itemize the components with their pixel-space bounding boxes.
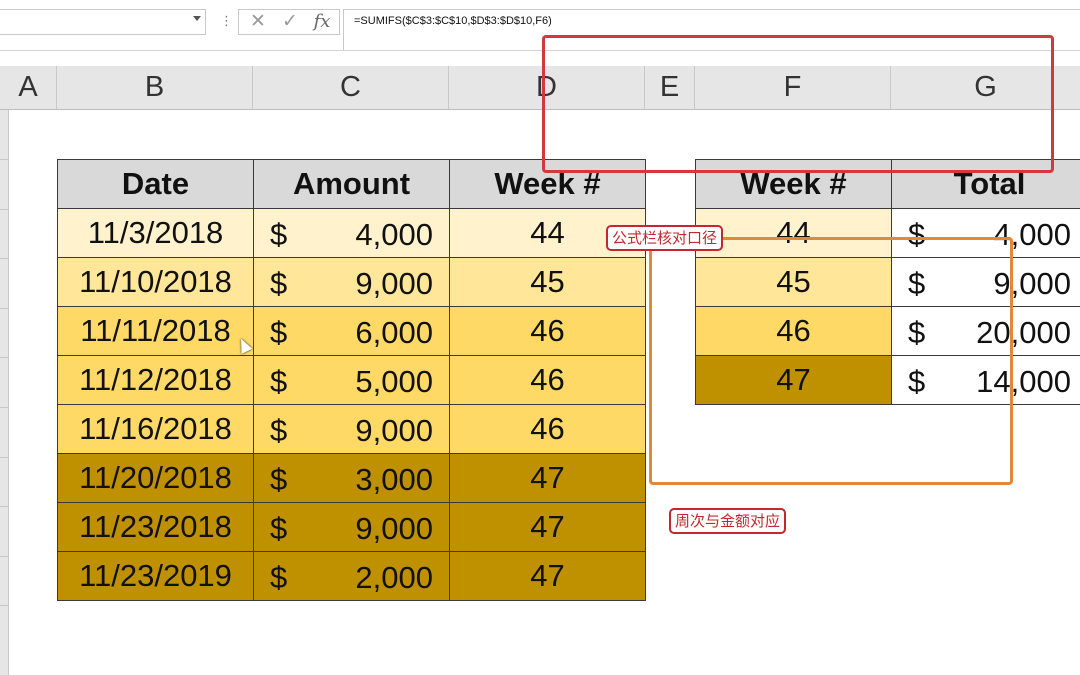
row-divider [0,159,8,160]
currency-symbol: $ [270,217,288,252]
main-table: Date Amount Week # 11/3/2018 $4,000 44 11/1… [57,159,646,601]
amount-cell[interactable]: $3,000 [253,453,450,503]
currency-symbol: $ [270,462,288,497]
formula-text: =SUMIFS($C$3:$C$10,$D$3:$D$10,F6) [354,15,552,27]
amount-cell[interactable]: $6,000 [253,306,450,356]
date-cell[interactable]: 11/11/2018 [57,306,254,356]
amount-cell[interactable]: $9,000 [253,257,450,307]
amount-value: 9,000 [355,266,433,301]
row-divider [0,457,8,458]
table-row: 11/16/2018 $9,000 46 [57,404,646,454]
header-amount[interactable]: Amount [253,159,450,209]
week-cell[interactable]: 47 [449,453,646,503]
amount-cell[interactable]: $5,000 [253,355,450,405]
currency-symbol: $ [270,511,288,546]
drag-handle-icon[interactable]: ⋮ [220,12,233,30]
amount-value: 9,000 [355,413,433,448]
table-row: 11/3/2018 $4,000 44 [57,208,646,258]
row-divider [0,308,8,309]
date-cell[interactable]: 11/23/2019 [57,551,254,601]
date-cell[interactable]: 11/3/2018 [57,208,254,258]
row-divider [0,605,8,606]
week-cell[interactable]: 47 [449,502,646,552]
summary-highlight-box [649,237,1013,485]
week-annotation-label: 周次与金额对应 [669,508,787,534]
currency-symbol: $ [270,315,288,350]
row-header-strip [0,110,9,675]
amount-cell[interactable]: $2,000 [253,551,450,601]
amount-value: 6,000 [355,315,433,350]
date-cell[interactable]: 11/12/2018 [57,355,254,405]
column-header-b[interactable]: B [57,66,253,109]
cancel-icon[interactable]: ✕ [245,10,271,34]
week-cell[interactable]: 45 [449,257,646,307]
row-divider [0,506,8,507]
amount-cell[interactable]: $4,000 [253,208,450,258]
table-row: 11/23/2018 $9,000 47 [57,502,646,552]
amount-value: 3,000 [355,462,433,497]
week-cell[interactable]: 46 [449,355,646,405]
name-box[interactable] [0,9,206,35]
currency-symbol: $ [270,364,288,399]
row-divider [0,556,8,557]
week-cell[interactable]: 47 [449,551,646,601]
amount-cell[interactable]: $9,000 [253,404,450,454]
amount-value: 9,000 [355,511,433,546]
table-row: 11/11/2018 $6,000 46 [57,306,646,356]
fx-icon[interactable]: fx [309,10,335,34]
row-divider [0,258,8,259]
date-cell[interactable]: 11/23/2018 [57,502,254,552]
row-divider [0,407,8,408]
week-cell[interactable]: 46 [449,306,646,356]
currency-symbol: $ [270,560,288,595]
row-divider [0,357,8,358]
formula-bar-buttons: ✕ ✓ fx [238,9,340,35]
chevron-down-icon[interactable] [193,16,201,21]
table-row: 11/23/2019 $2,000 47 [57,551,646,601]
amount-value: 2,000 [355,560,433,595]
header-date[interactable]: Date [57,159,254,209]
column-header-c[interactable]: C [253,66,449,109]
date-cell[interactable]: 11/20/2018 [57,453,254,503]
table-row: 11/12/2018 $5,000 46 [57,355,646,405]
column-header-a[interactable]: A [0,66,57,109]
formula-annotation-label: 公式栏核对口径 [606,225,724,251]
date-cell[interactable]: 11/16/2018 [57,404,254,454]
formula-highlight-box [542,35,1054,173]
week-cell[interactable]: 46 [449,404,646,454]
table-row: 11/10/2018 $9,000 45 [57,257,646,307]
currency-symbol: $ [270,266,288,301]
amount-cell[interactable]: $9,000 [253,502,450,552]
date-cell[interactable]: 11/10/2018 [57,257,254,307]
amount-value: 5,000 [355,364,433,399]
currency-symbol: $ [270,413,288,448]
enter-icon[interactable]: ✓ [277,10,303,34]
amount-value: 4,000 [355,217,433,252]
table-row: 11/20/2018 $3,000 47 [57,453,646,503]
row-divider [0,209,8,210]
